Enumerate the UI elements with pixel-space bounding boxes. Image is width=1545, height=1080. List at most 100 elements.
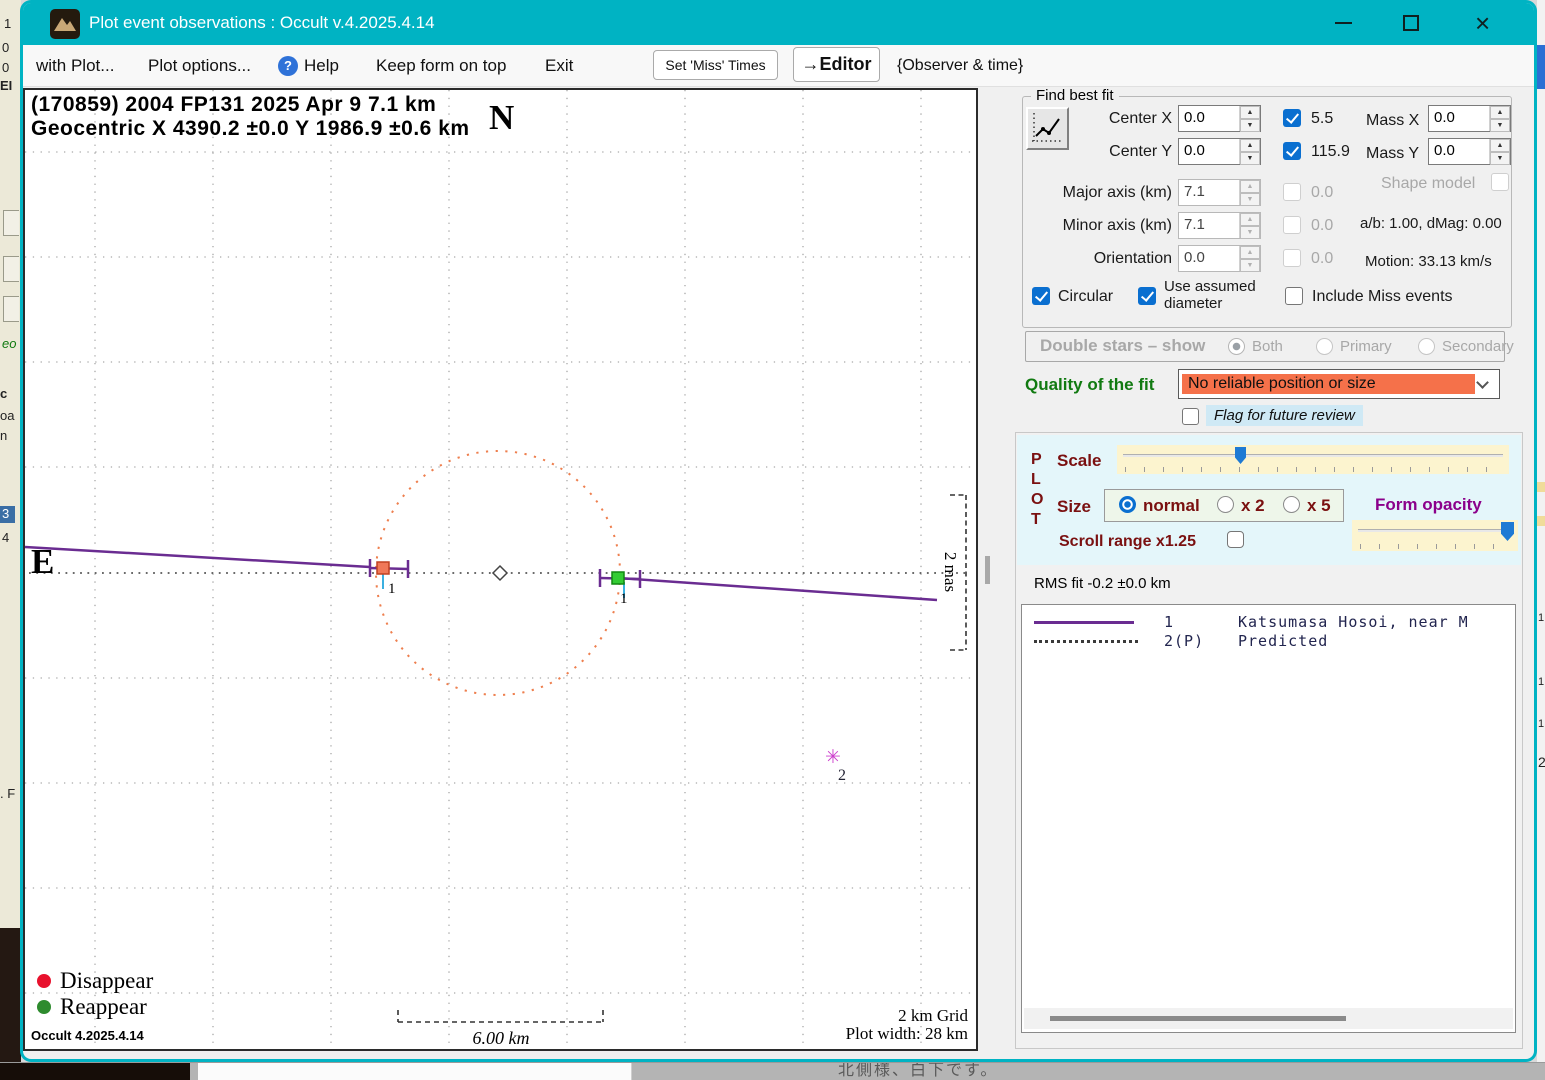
observations-list[interactable]: 1 Katsumasa Hosoi, near M 2(P) Predicted [1021,604,1516,1033]
scroll-range-label: Scroll range x1.25 [1059,533,1196,551]
double-both-radio[interactable] [1228,338,1245,355]
double-secondary-label: Secondary [1442,338,1514,355]
minor-axis-spinner[interactable]: ▲▼ [1239,213,1260,238]
title-bar[interactable]: Plot event observations : Occult v.4.202… [23,3,1534,45]
major-axis-input[interactable]: 7.1 ▲▼ [1178,179,1261,206]
fit-x-checkbox[interactable] [1283,109,1301,127]
help-icon[interactable]: ? [278,56,298,76]
background-bottom-strip: 北側様、白下です。 [0,1062,1545,1080]
form-opacity-thumb[interactable] [1501,522,1514,541]
chevron-down-icon [1476,376,1489,389]
menu-plot-options[interactable]: Plot options... [148,56,251,76]
menu-with-plot[interactable]: with Plot... [36,56,114,76]
scale-bar [398,1010,603,1022]
major-axis-spinner[interactable]: ▲▼ [1239,180,1260,205]
bg-fragment: 0 [2,60,9,75]
include-miss-checkbox[interactable] [1285,287,1303,305]
size-normal-radio[interactable] [1119,496,1136,513]
center-x-value[interactable]: 0.0 [1179,106,1239,131]
size-x2-label: x 2 [1241,496,1265,516]
flag-review-label: Flag for future review [1206,405,1363,426]
minor-axis-value[interactable]: 7.1 [1179,213,1239,238]
plot-canvas[interactable]: 1 1 ✳ 2 2 mas 6.00 km (170859) 2004 FP13… [23,88,978,1051]
major-axis-value[interactable]: 7.1 [1179,180,1239,205]
double-both-label: Both [1252,338,1283,355]
center-x-spinner[interactable]: ▲▼ [1239,106,1260,131]
flag-review-checkbox[interactable] [1182,408,1199,425]
bg-window-fragment [198,1063,632,1080]
double-primary-radio[interactable] [1316,338,1333,355]
orientation-value[interactable]: 0.0 [1179,246,1239,271]
size-x2-radio[interactable] [1217,496,1234,513]
shape-model-label: Shape model [1381,175,1475,193]
list-horizontal-scrollbar[interactable] [1024,1008,1513,1029]
circular-label: Circular [1058,288,1113,306]
menu-exit[interactable]: Exit [545,56,573,76]
reappear-marker[interactable] [612,572,624,584]
bg-fragment: 3 [0,506,15,523]
bg-selected-row-fragment [1537,45,1545,89]
mass-y-label: Mass Y [1366,145,1419,163]
observation-name: Katsumasa Hosoi, near M [1238,613,1469,631]
mass-y-value[interactable]: 0.0 [1429,139,1489,164]
form-opacity-groove [1358,529,1512,532]
size-label: Size [1057,497,1091,517]
plot-title-line2: Geocentric X 4390.2 ±0.0 Y 1986.9 ±0.6 k… [31,117,470,141]
orientation-label: Orientation [1022,250,1172,268]
bg-row-fragment [1537,482,1545,492]
maximize-button[interactable] [1403,15,1419,31]
mass-x-input[interactable]: 0.0 ▲▼ [1428,105,1511,132]
predicted-asterisk-marker[interactable]: ✳ [825,747,841,768]
orientation-spinner[interactable]: ▲▼ [1239,246,1260,271]
motion-label: Motion: 33.13 km/s [1365,253,1492,270]
scale-slider-groove [1123,454,1503,457]
disappear-marker[interactable] [377,562,389,574]
menu-help[interactable]: Help [304,56,339,76]
set-miss-times-button[interactable]: Set 'Miss' Times [653,50,778,80]
east-label: E [31,542,54,582]
splitter-handle[interactable] [985,556,990,584]
bg-dark-area [0,1063,190,1080]
bg-fragment: c [0,386,7,401]
minimize-button[interactable] [1335,22,1352,24]
fit-y-value-label: 115.9 [1311,143,1350,161]
center-y-input[interactable]: 0.0 ▲▼ [1178,138,1261,165]
form-opacity-label: Form opacity [1375,495,1482,515]
double-secondary-radio[interactable] [1418,338,1435,355]
fit-minor-checkbox[interactable] [1283,216,1301,234]
mass-y-input[interactable]: 0.0 ▲▼ [1428,138,1511,165]
mass-x-spinner[interactable]: ▲▼ [1489,106,1510,131]
menu-keep-on-top[interactable]: Keep form on top [376,56,506,76]
mass-x-value[interactable]: 0.0 [1429,106,1489,131]
center-y-value[interactable]: 0.0 [1179,139,1239,164]
chord-1-label: 1 [388,581,396,597]
plot-letter: L [1031,471,1041,489]
fit-y-checkbox[interactable] [1283,142,1301,160]
chord-1b-label: 1 [620,591,628,607]
scroll-range-checkbox[interactable] [1227,531,1244,548]
form-opacity-ticks [1360,544,1510,549]
scrollbar-thumb[interactable] [1050,1016,1346,1021]
app-mountain-icon [50,9,80,39]
shape-model-checkbox[interactable] [1491,173,1509,191]
form-opacity-slider[interactable] [1352,520,1518,551]
minor-axis-input[interactable]: 7.1 ▲▼ [1178,212,1261,239]
close-button[interactable]: × [1475,7,1490,39]
bg-fragment: 4 [2,530,9,545]
mass-y-spinner[interactable]: ▲▼ [1489,139,1510,164]
fit-major-checkbox[interactable] [1283,183,1301,201]
center-x-input[interactable]: 0.0 ▲▼ [1178,105,1261,132]
scale-slider[interactable] [1117,445,1509,474]
assumed-diameter-checkbox[interactable] [1138,287,1156,305]
grid-note: 2 km Grid [898,1006,968,1026]
circular-checkbox[interactable] [1032,287,1050,305]
editor-button[interactable]: →Editor [793,47,880,82]
center-y-spinner[interactable]: ▲▼ [1239,139,1260,164]
scale-slider-thumb[interactable] [1235,447,1246,464]
orientation-input[interactable]: 0.0 ▲▼ [1178,245,1261,272]
quality-dropdown[interactable]: No reliable position or size [1178,369,1500,399]
fit-orientation-checkbox[interactable] [1283,249,1301,267]
reappear-dot-icon [37,1000,51,1014]
legend-reappear-row: Reappear [37,994,147,1020]
size-x5-radio[interactable] [1283,496,1300,513]
